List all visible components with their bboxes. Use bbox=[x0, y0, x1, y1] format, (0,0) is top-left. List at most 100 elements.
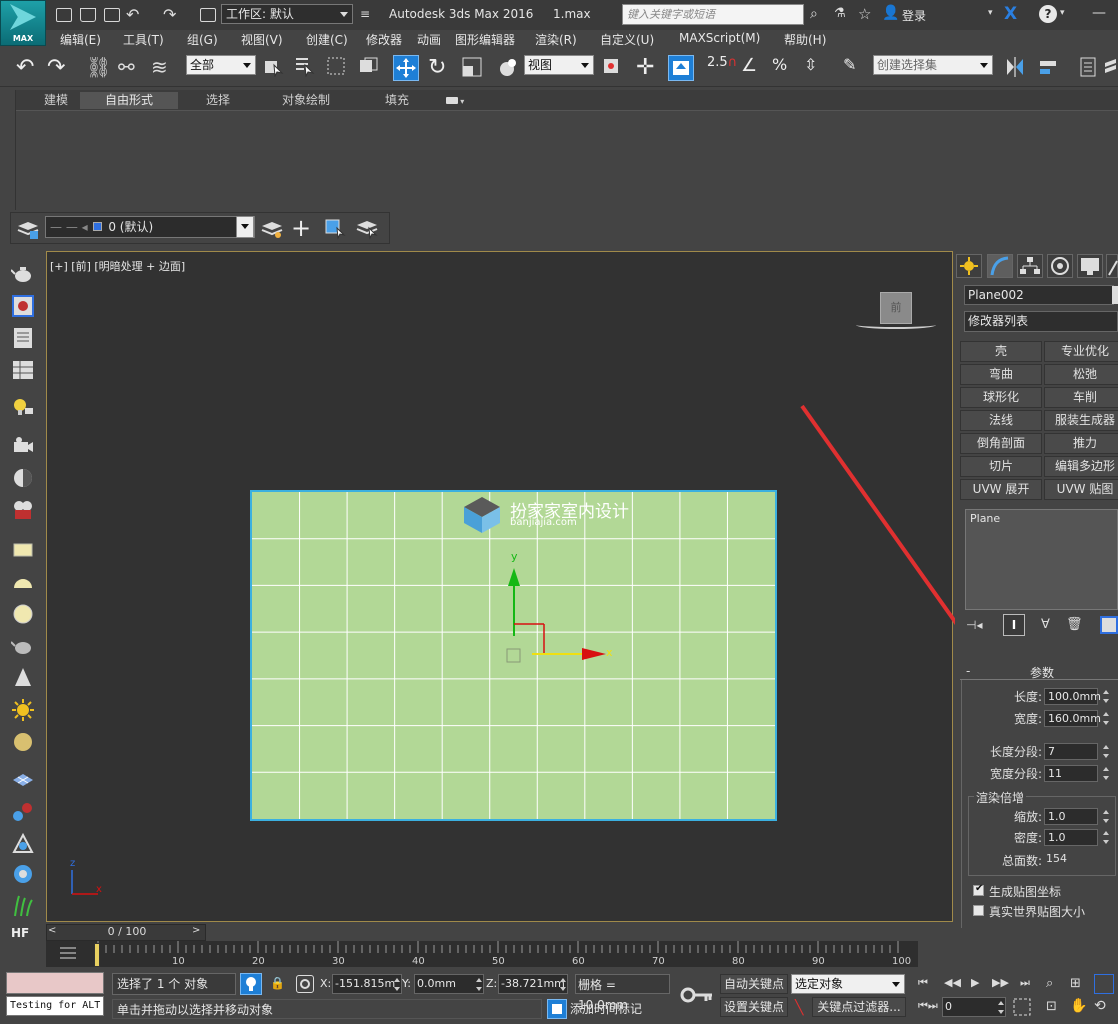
spinner-snap-icon[interactable]: ⇳ bbox=[804, 55, 830, 81]
help-icon[interactable]: ? bbox=[1039, 5, 1057, 23]
key-mode-dropdown[interactable]: 选定对象 bbox=[791, 974, 905, 994]
grass-icon[interactable] bbox=[11, 894, 35, 918]
molecule-icon[interactable] bbox=[11, 800, 35, 824]
shading-sphere-icon[interactable] bbox=[11, 466, 35, 490]
redo-icon[interactable]: ↷ bbox=[163, 5, 176, 24]
unlink-icon[interactable]: ⚯ bbox=[118, 55, 144, 81]
minimize-icon[interactable]: — bbox=[1092, 5, 1106, 21]
pan-hand-icon[interactable]: ✋ bbox=[1070, 998, 1087, 1014]
named-selection-dropdown[interactable]: 创建选择集 bbox=[873, 55, 993, 75]
light-bulb-icon[interactable] bbox=[11, 396, 35, 420]
layer-dropdown-button[interactable] bbox=[236, 216, 254, 238]
add-time-tag[interactable]: 添加时间标记 bbox=[570, 999, 642, 1019]
create-tab-icon[interactable] bbox=[956, 254, 982, 278]
teapot-icon[interactable] bbox=[10, 262, 35, 286]
ribbon-tab-object-paint[interactable]: 对象绘制 bbox=[272, 92, 340, 109]
select-and-move-icon[interactable] bbox=[393, 55, 419, 81]
rollout-collapse-toggle[interactable]: - bbox=[966, 664, 970, 678]
table-icon[interactable] bbox=[11, 358, 35, 382]
favorites-star-icon[interactable]: ☆ bbox=[858, 5, 871, 23]
window-crossing-icon[interactable] bbox=[357, 55, 383, 81]
ribbon-tab-populate[interactable]: 填充 bbox=[372, 92, 422, 109]
time-tag-icon[interactable] bbox=[547, 999, 567, 1019]
menu-maxscript[interactable]: MAXScript(M) bbox=[679, 31, 760, 45]
length-spinner[interactable] bbox=[1102, 688, 1110, 705]
modifier-push-button[interactable]: 推力 bbox=[1044, 433, 1118, 454]
time-configuration-icon[interactable] bbox=[1012, 997, 1032, 1017]
current-frame-marker[interactable] bbox=[94, 943, 100, 967]
undo-icon[interactable]: ↶ bbox=[16, 55, 42, 81]
width-segs-input[interactable]: 11 bbox=[1044, 765, 1098, 782]
workspace-dropdown[interactable]: 工作区: 默认 bbox=[221, 4, 353, 24]
ribbon-options-button[interactable]: ▾ bbox=[438, 92, 472, 109]
viewport-label[interactable]: [+] [前] [明暗处理 + 边面] bbox=[50, 258, 185, 274]
menu-help[interactable]: 帮助(H) bbox=[784, 31, 826, 48]
viewcube[interactable]: 前 bbox=[880, 292, 912, 324]
search-input[interactable]: 键入关键字或短语 bbox=[622, 4, 804, 25]
play-icon[interactable]: ▶ bbox=[971, 976, 979, 989]
create-layer-icon[interactable] bbox=[260, 216, 284, 243]
set-key-mode-icon[interactable] bbox=[680, 983, 716, 1010]
make-unique-icon[interactable]: ∀ bbox=[1041, 617, 1050, 632]
chevron-down-icon[interactable]: ▾ bbox=[988, 8, 993, 18]
go-to-start-icon[interactable]: ⏮ bbox=[918, 976, 928, 990]
scale-spinner[interactable] bbox=[1102, 808, 1110, 825]
density-input[interactable]: 1.0 bbox=[1044, 829, 1098, 846]
ribbon-grip[interactable] bbox=[0, 90, 16, 210]
percent-snap-icon[interactable]: % bbox=[772, 55, 798, 81]
reference-coordinate-dropdown[interactable]: 视图 bbox=[524, 55, 594, 75]
app-logo-button[interactable]: MAX bbox=[0, 0, 46, 46]
select-and-rotate-icon[interactable]: ↻ bbox=[428, 55, 454, 81]
menu-views[interactable]: 视图(V) bbox=[241, 31, 283, 48]
move-gizmo[interactable] bbox=[498, 548, 618, 671]
list-icon[interactable] bbox=[11, 326, 35, 350]
display-tab-icon[interactable] bbox=[1077, 254, 1103, 278]
hierarchy-tab-icon[interactable] bbox=[1017, 254, 1043, 278]
menu-animation[interactable]: 动画 bbox=[417, 31, 441, 48]
angle-snap-icon[interactable]: ∠ bbox=[741, 55, 767, 81]
mini-curve-editor-icon[interactable] bbox=[58, 945, 78, 964]
set-key-button[interactable]: 设置关键点 bbox=[720, 997, 788, 1017]
snaps-toggle-icon[interactable]: 2.5∩ bbox=[707, 55, 737, 81]
set-current-layer-icon[interactable] bbox=[355, 216, 379, 243]
modifier-normal-button[interactable]: 法线 bbox=[960, 410, 1042, 431]
menu-overflow-icon[interactable]: ≡ bbox=[360, 7, 370, 21]
orbit-icon[interactable]: ⟲ bbox=[1094, 998, 1106, 1014]
zoom-region-icon[interactable]: ⊡ bbox=[1046, 999, 1057, 1014]
key-mode-toggle-icon[interactable]: ⏮⏭ bbox=[918, 999, 938, 1013]
auto-key-button[interactable]: 自动关键点 bbox=[720, 974, 788, 994]
zoom-extents-icon[interactable] bbox=[1094, 974, 1114, 994]
modifier-bevel-profile-button[interactable]: 倒角剖面 bbox=[960, 433, 1042, 454]
film-camera-icon[interactable] bbox=[11, 498, 35, 522]
absolute-mode-icon[interactable] bbox=[296, 975, 314, 993]
maxscript-listener[interactable] bbox=[6, 972, 104, 994]
configure-modifier-sets-icon[interactable] bbox=[1100, 616, 1118, 634]
y-coord-spinner[interactable] bbox=[475, 976, 483, 993]
modifier-slice-button[interactable]: 切片 bbox=[960, 456, 1042, 477]
next-frame-icon[interactable]: ▶▶ bbox=[992, 976, 1009, 989]
y-coord-input[interactable]: 0.0mm bbox=[414, 974, 484, 994]
add-to-layer-icon[interactable]: + bbox=[291, 214, 311, 242]
sphere-primitive-icon[interactable] bbox=[11, 602, 35, 626]
selection-filter-dropdown[interactable]: 全部 bbox=[186, 55, 256, 75]
ribbon-tab-modeling[interactable]: 建模 bbox=[30, 92, 82, 109]
select-and-scale-icon[interactable] bbox=[460, 55, 486, 81]
pin-stack-icon[interactable]: ⊣◂ bbox=[966, 618, 982, 632]
sun-light-icon[interactable] bbox=[11, 698, 35, 722]
remove-modifier-icon[interactable]: 🗑 bbox=[1066, 617, 1083, 632]
width-spinner[interactable] bbox=[1102, 710, 1110, 727]
menu-create[interactable]: 创建(C) bbox=[306, 31, 348, 48]
motion-tab-icon[interactable] bbox=[1047, 254, 1073, 278]
z-coord-input[interactable]: -38.721mm bbox=[498, 974, 568, 994]
modifier-uvw-map-button[interactable]: UVW 贴图 bbox=[1044, 479, 1118, 500]
project-folder-icon[interactable] bbox=[200, 8, 216, 22]
modifier-spherify-button[interactable]: 球形化 bbox=[960, 387, 1042, 408]
menu-modifiers[interactable]: 修改器 bbox=[366, 31, 402, 48]
menu-customize[interactable]: 自定义(U) bbox=[600, 31, 654, 48]
select-by-name-icon[interactable] bbox=[293, 55, 319, 81]
new-file-icon[interactable] bbox=[56, 8, 72, 22]
open-file-icon[interactable] bbox=[80, 8, 96, 22]
modifier-shell-button[interactable]: 壳 bbox=[960, 341, 1042, 362]
modifier-bend-button[interactable]: 弯曲 bbox=[960, 364, 1042, 385]
binoculars-icon[interactable]: ⌕ bbox=[810, 6, 818, 22]
